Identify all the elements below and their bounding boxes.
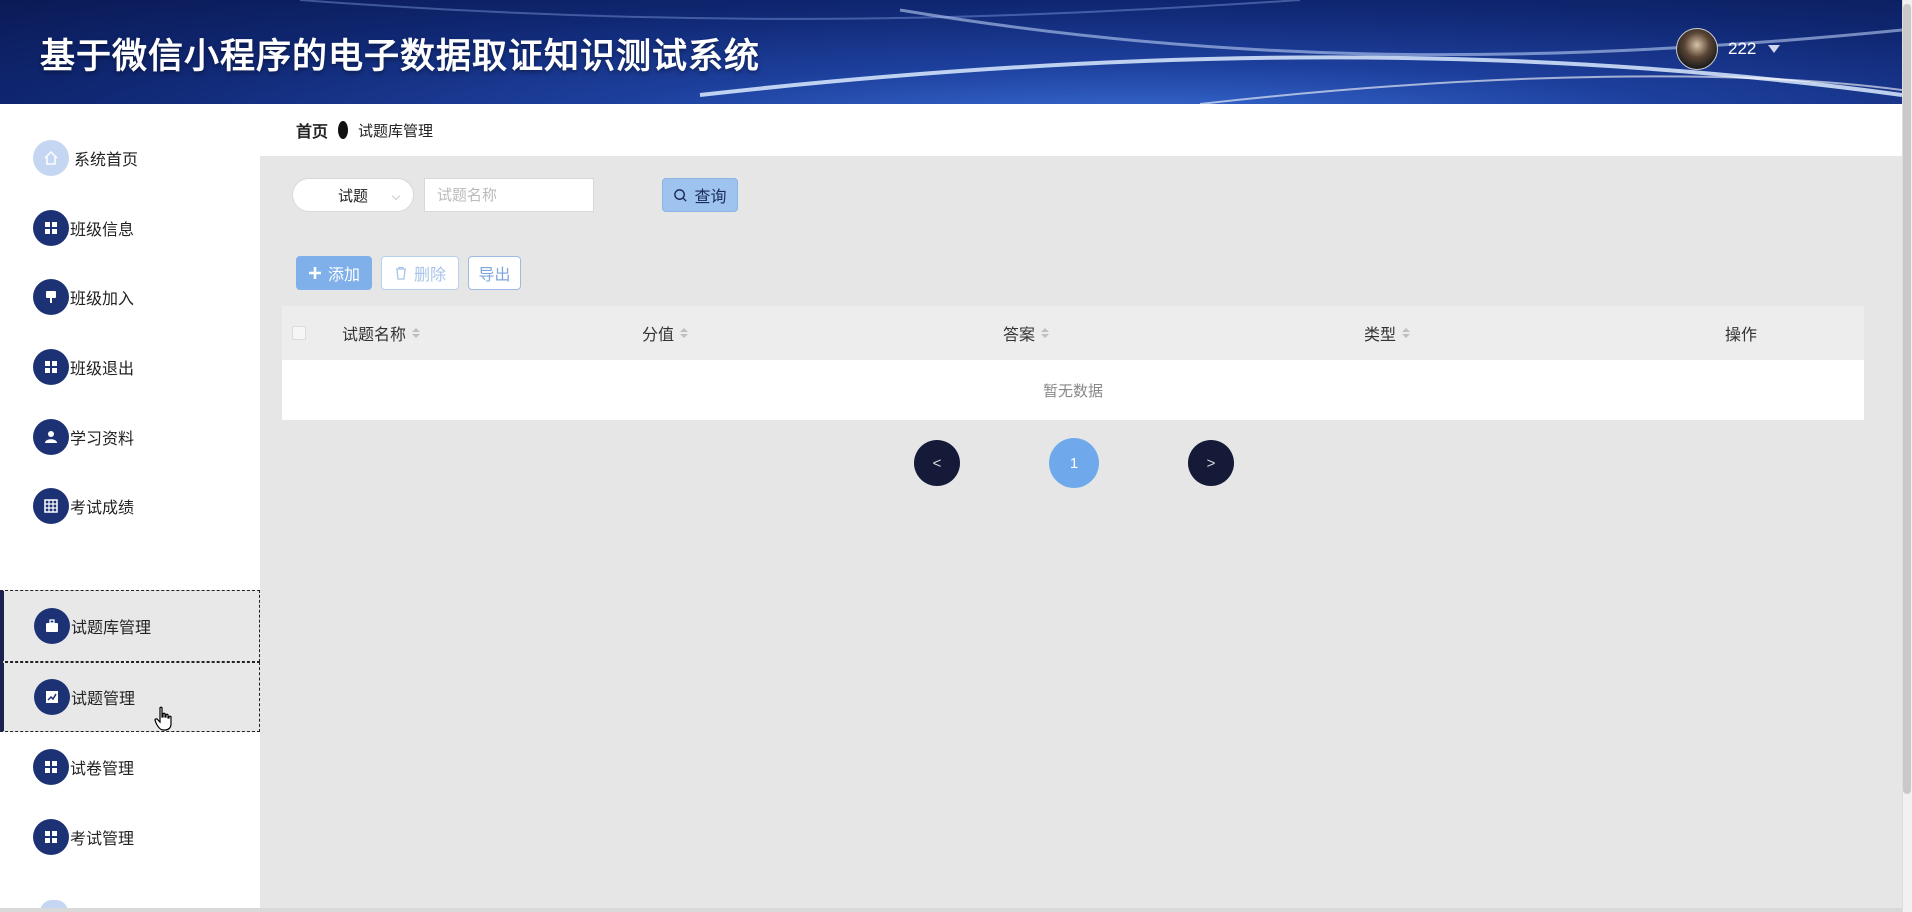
column-header-label: 操作 (1725, 327, 1758, 344)
sort-icon[interactable] (1041, 328, 1050, 338)
sidebar-item-label: 班级退出 (70, 361, 135, 378)
user-icon (33, 419, 69, 455)
prev-page-button[interactable]: < (914, 440, 960, 486)
sidebar-item-class-exit[interactable]: 班级退出 (0, 332, 260, 402)
delete-button-label: 删除 (413, 267, 446, 284)
plus-icon (308, 267, 321, 279)
column-header-score[interactable]: 分值 (642, 321, 689, 345)
sidebar-item-class-join[interactable]: 班级加入 (0, 262, 260, 332)
column-header-name[interactable]: 试题名称 (342, 321, 421, 345)
column-header-label: 分值 (642, 327, 675, 344)
search-input[interactable] (424, 178, 594, 212)
sidebar-item-class-info[interactable]: 班级信息 (0, 193, 260, 263)
bottom-border (0, 908, 1902, 912)
column-header-actions: 操作 (1725, 321, 1757, 345)
sidebar-item-exam-scores[interactable]: 考试成绩 (0, 471, 260, 541)
sort-icon[interactable] (412, 328, 421, 338)
pin-icon (33, 279, 69, 315)
column-header-label: 答案 (1003, 327, 1036, 344)
column-header-label: 试题名称 (342, 327, 407, 344)
sidebar-item-home[interactable]: 系统首页 (0, 123, 260, 193)
sidebar-item-exam-manage[interactable]: 考试管理 (0, 802, 260, 872)
grid-icon (33, 749, 69, 785)
hand-cursor-icon (154, 706, 172, 731)
sidebar-item-paper-manage[interactable]: 试卷管理 (0, 732, 260, 802)
table-header: 试题名称 分值 答案 类型 操作 (282, 306, 1864, 360)
select-value: 试题 (337, 187, 368, 205)
add-button[interactable]: 添加 (296, 256, 372, 290)
scrollbar-thumb[interactable] (1903, 4, 1911, 794)
trash-icon (395, 266, 406, 280)
sidebar-item-label: 班级加入 (70, 291, 135, 308)
sidebar-item-study-materials[interactable]: 学习资料 (0, 402, 260, 472)
avatar[interactable] (1676, 28, 1718, 70)
chart-icon (34, 679, 70, 715)
breadcrumb: 首页 试题库管理 (260, 104, 1902, 156)
column-header-type[interactable]: 类型 (1364, 321, 1411, 345)
sidebar-item-label: 系统首页 (74, 152, 139, 169)
sidebar-item-label: 试题管理 (71, 691, 136, 708)
vertical-scrollbar[interactable] (1902, 0, 1912, 912)
query-button-label: 查询 (694, 189, 727, 206)
grid-icon (33, 210, 69, 246)
column-header-answer[interactable]: 答案 (1003, 321, 1050, 345)
search-field-select[interactable]: 试题 (292, 178, 414, 212)
main-content: 试题 查询 添加 删除 导出 试题名称 分值 答案 (260, 156, 1902, 912)
select-all-checkbox[interactable] (292, 326, 306, 340)
user-menu[interactable]: 222 (1676, 28, 1781, 70)
page-number-button[interactable]: 1 (1049, 438, 1099, 488)
export-button[interactable]: 导出 (468, 256, 521, 290)
table-empty-row: 暂无数据 (282, 360, 1864, 420)
column-header-label: 类型 (1364, 327, 1397, 344)
search-icon (674, 188, 688, 202)
chevron-down-icon (391, 191, 401, 201)
sort-icon[interactable] (680, 328, 689, 338)
briefcase-icon (34, 608, 70, 644)
delete-button[interactable]: 删除 (381, 256, 459, 290)
add-button-label: 添加 (327, 267, 360, 284)
chevron-down-icon[interactable] (1768, 45, 1781, 53)
sidebar-menu: 系统首页 班级信息 班级加入 班级退出 学习资料 考试成绩 试题库管理 试题管理… (0, 104, 260, 912)
sidebar-item-question-bank[interactable]: 试题库管理 (0, 590, 260, 662)
breadcrumb-current: 试题库管理 (358, 122, 434, 140)
sidebar-item-label: 考试成绩 (70, 500, 135, 517)
username: 222 (1728, 39, 1757, 58)
table-icon (33, 488, 69, 524)
breadcrumb-home[interactable]: 首页 (296, 118, 328, 142)
sidebar-item-label: 考试管理 (70, 831, 135, 848)
grid-icon (33, 819, 69, 855)
breadcrumb-separator-icon (338, 121, 349, 139)
home-icon (33, 140, 69, 176)
empty-text: 暂无数据 (1042, 382, 1103, 400)
query-button[interactable]: 查询 (662, 178, 738, 212)
data-table: 试题名称 分值 答案 类型 操作 暂无数据 (282, 306, 1864, 420)
app-title: 基于微信小程序的电子数据取证知识测试系统 (40, 37, 761, 77)
next-page-button[interactable]: > (1188, 440, 1234, 486)
sidebar-item-label: 班级信息 (70, 222, 135, 239)
export-button-label: 导出 (478, 267, 511, 284)
app-header: 基于微信小程序的电子数据取证知识测试系统 222 (0, 0, 1902, 104)
grid-icon (33, 349, 69, 385)
sidebar-item-label: 试题库管理 (71, 620, 152, 637)
sidebar-item-question-manage[interactable]: 试题管理 (0, 662, 260, 732)
sort-icon[interactable] (1402, 328, 1411, 338)
sidebar-item-label: 试卷管理 (70, 761, 135, 778)
sidebar-item-label: 学习资料 (70, 431, 135, 448)
